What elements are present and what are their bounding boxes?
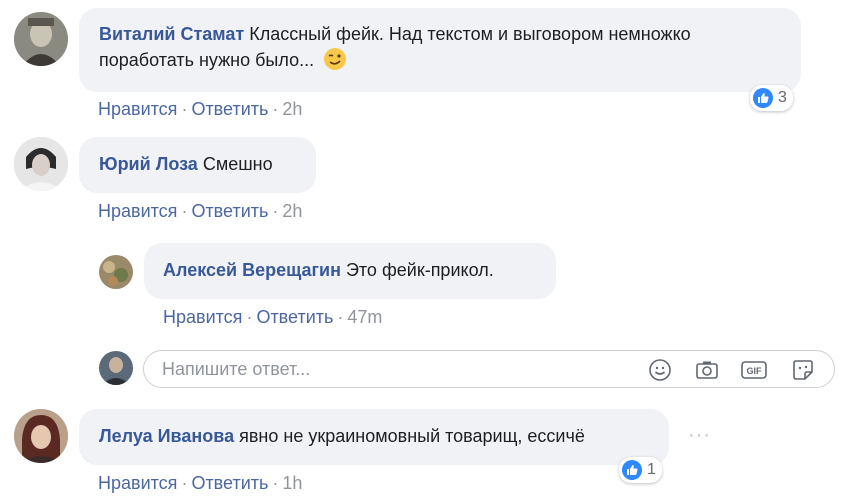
svg-text:GIF: GIF xyxy=(747,366,763,376)
reply-input[interactable] xyxy=(162,351,632,387)
reaction-count[interactable]: 3 xyxy=(750,85,793,111)
avatar[interactable] xyxy=(99,255,133,289)
like-link[interactable]: Нравится xyxy=(98,473,177,493)
like-link[interactable]: Нравится xyxy=(98,201,177,221)
comment-actions: Нравится · Ответить · 2h xyxy=(98,99,302,120)
more-options-icon[interactable]: ··· xyxy=(688,424,711,447)
reaction-number: 1 xyxy=(647,461,656,478)
separator: · xyxy=(272,473,279,493)
wink-emoji-icon xyxy=(323,47,347,71)
reply-link[interactable]: Ответить xyxy=(191,99,268,119)
reply-composer[interactable]: GIF xyxy=(143,350,835,388)
camera-icon[interactable] xyxy=(693,356,721,384)
comment-author[interactable]: Юрий Лоза xyxy=(99,154,198,174)
comment-bubble: Юрий Лоза Смешно xyxy=(79,137,316,193)
comment-actions: Нравится · Ответить · 1h xyxy=(98,473,302,494)
comment-actions: Нравится · Ответить · 47m xyxy=(163,307,382,328)
comment-text: Смешно xyxy=(202,154,273,174)
gif-icon[interactable]: GIF xyxy=(740,356,768,384)
reply-link[interactable]: Ответить xyxy=(191,473,268,493)
comment-author[interactable]: Виталий Стамат xyxy=(99,24,244,44)
comment-bubble: Лелуа Иванова явно не украиномовный това… xyxy=(79,409,669,465)
my-avatar xyxy=(99,351,133,385)
comment-actions: Нравится · Ответить · 2h xyxy=(98,201,302,222)
emoji-icon[interactable] xyxy=(646,356,674,384)
comment-bubble: Алексей Верещагин Это фейк-прикол. xyxy=(144,243,556,299)
separator: · xyxy=(246,307,253,327)
reaction-number: 3 xyxy=(778,89,787,106)
comment-text: Классный фейк. Над текстом и выговором н… xyxy=(249,24,691,44)
timestamp[interactable]: 1h xyxy=(282,473,302,493)
comment-text: явно не украиномовный товарищ, ессичё xyxy=(239,426,585,446)
avatar[interactable] xyxy=(14,137,68,191)
separator: · xyxy=(272,99,279,119)
like-link[interactable]: Нравится xyxy=(163,307,242,327)
avatar[interactable] xyxy=(14,409,68,463)
separator: · xyxy=(181,473,188,493)
separator: · xyxy=(181,201,188,221)
comment-bubble: Виталий Стамат Классный фейк. Над тексто… xyxy=(79,8,801,92)
timestamp[interactable]: 2h xyxy=(282,201,302,221)
timestamp[interactable]: 2h xyxy=(282,99,302,119)
comment-author[interactable]: Алексей Верещагин xyxy=(163,260,341,280)
timestamp[interactable]: 47m xyxy=(347,307,382,327)
separator: · xyxy=(272,201,279,221)
reaction-count[interactable]: 1 xyxy=(619,457,662,483)
like-link[interactable]: Нравится xyxy=(98,99,177,119)
separator: · xyxy=(181,99,188,119)
like-icon xyxy=(622,460,642,480)
avatar[interactable] xyxy=(14,12,68,66)
sticker-icon[interactable] xyxy=(789,356,817,384)
comment-author[interactable]: Лелуа Иванова xyxy=(99,426,234,446)
reply-link[interactable]: Ответить xyxy=(191,201,268,221)
reply-link[interactable]: Ответить xyxy=(256,307,333,327)
like-icon xyxy=(753,88,773,108)
separator: · xyxy=(337,307,344,327)
comment-text: поработать нужно было... xyxy=(99,50,315,70)
comment-text: Это фейк-прикол. xyxy=(345,260,494,280)
